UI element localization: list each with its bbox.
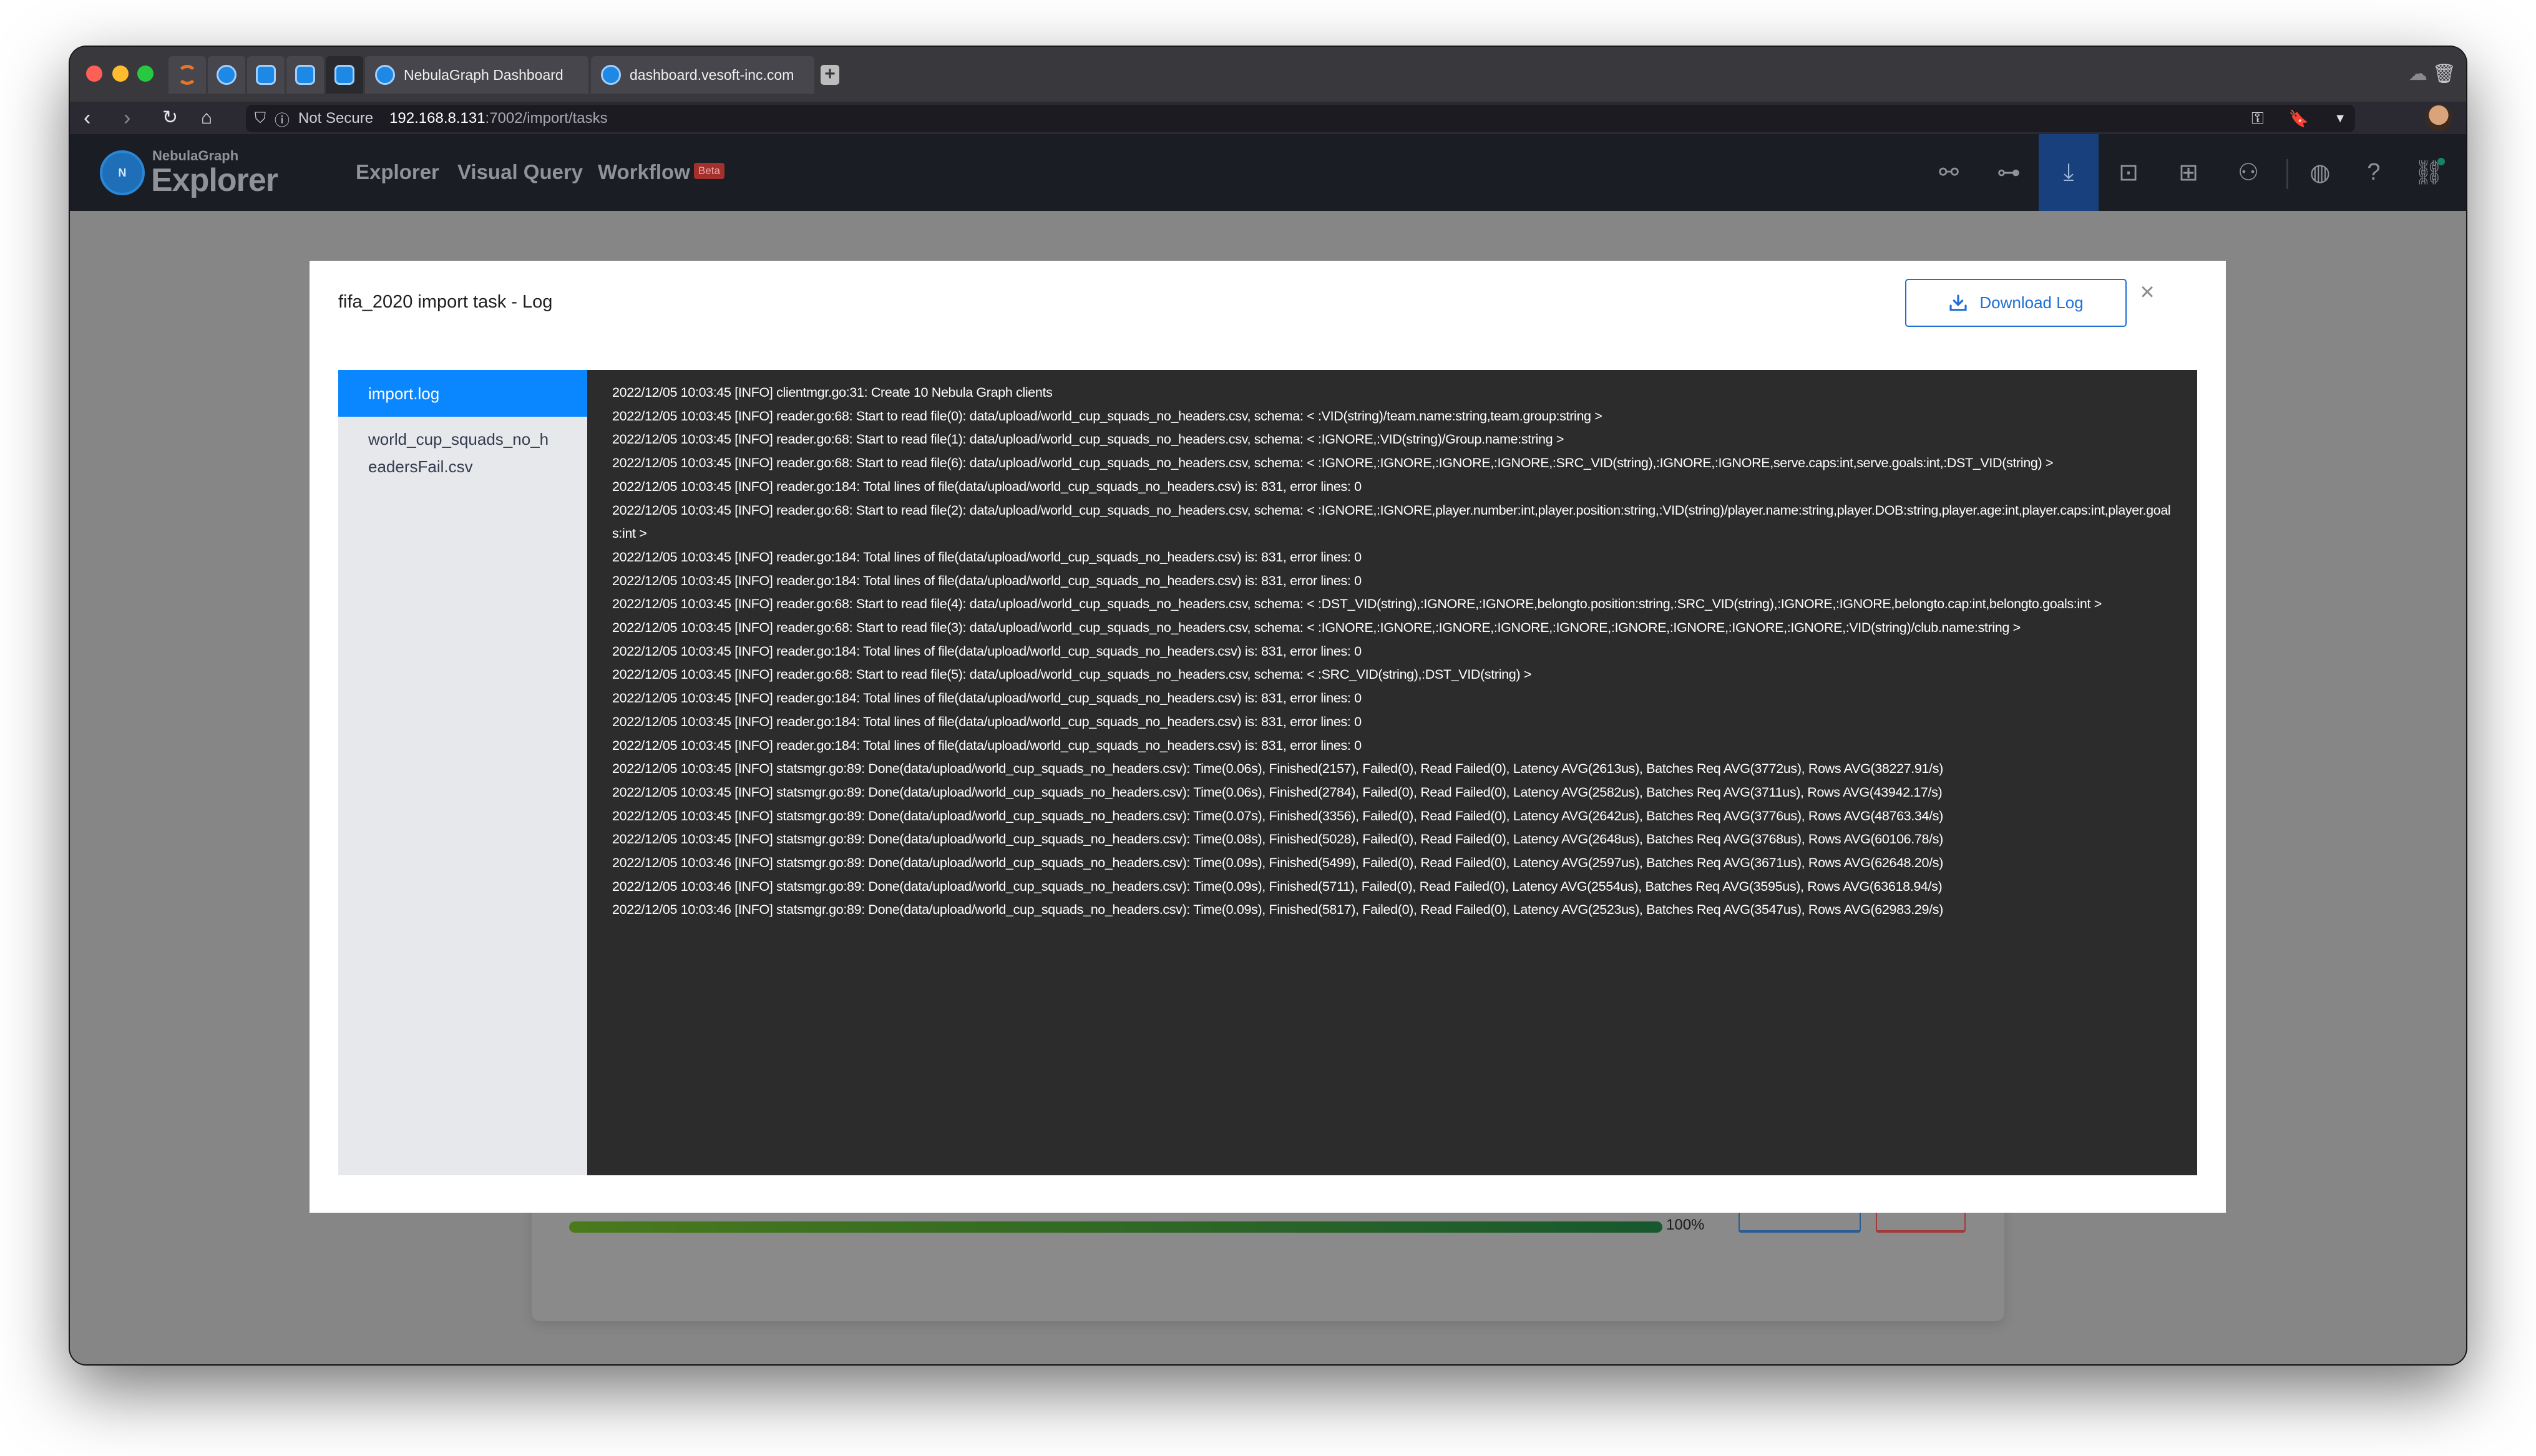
info-icon: ⓘ	[275, 112, 290, 129]
address-bar[interactable]: ⛉ ⓘ Not Secure 192.168.8.131:7002/import…	[246, 105, 2355, 132]
browser-navbar: ‹ › ↻ ⌂ ⛉ ⓘ Not Secure 192.168.8.131:700…	[70, 102, 2466, 134]
log-line: 2022/12/05 10:03:45 [INFO] reader.go:68:…	[612, 432, 1564, 447]
minimize-window-button[interactable]	[112, 66, 129, 82]
file-item-import-log[interactable]: import.log	[338, 370, 587, 417]
online-status-dot	[2437, 158, 2445, 165]
pinned-tab-active[interactable]	[326, 56, 363, 94]
nebula-favicon-icon	[601, 65, 621, 85]
help-icon[interactable]: ?	[2344, 134, 2404, 211]
log-line: 2022/12/05 10:03:45 [INFO] reader.go:184…	[612, 714, 1362, 729]
browser-tab[interactable]: NebulaGraph Dashboard	[365, 56, 588, 94]
security-label: Not Secure	[298, 110, 374, 127]
nebula-logo-icon: N	[100, 150, 145, 195]
toolbar-divider	[2286, 159, 2288, 189]
nebula-favicon-icon	[217, 65, 237, 85]
log-line: 2022/12/05 10:03:45 [INFO] reader.go:184…	[612, 643, 1362, 659]
bookmark-icon[interactable]: 🔖	[2289, 109, 2309, 129]
users-icon[interactable]: ⚇	[2218, 134, 2278, 211]
graph-schema-icon[interactable]: ⚯	[1919, 134, 1979, 211]
log-line: 2022/12/05 10:03:45 [INFO] statsmgr.go:8…	[612, 761, 1943, 777]
pinned-tab[interactable]	[168, 56, 206, 94]
browser-tab-strip: NebulaGraph Dashboard dashboard.vesoft-i…	[70, 47, 2466, 102]
back-icon[interactable]: ‹	[84, 105, 90, 130]
log-line: 2022/12/05 10:03:45 [INFO] clientmgr.go:…	[612, 385, 1053, 400]
close-icon[interactable]: ×	[2135, 279, 2160, 304]
nebula-favicon-icon	[375, 65, 395, 85]
log-line: 2022/12/05 10:03:45 [INFO] reader.go:184…	[612, 691, 1362, 706]
log-line: 2022/12/05 10:03:45 [INFO] reader.go:68:…	[612, 667, 1532, 682]
browser-tab-title: NebulaGraph Dashboard	[404, 66, 563, 83]
new-tab-button[interactable]: +	[821, 65, 839, 85]
home-icon[interactable]: ⌂	[201, 105, 212, 130]
modal-title: fifa_2020 import task - Log	[338, 292, 553, 312]
file-item-fail-csv[interactable]: world_cup_squads_no_headersFail.csv	[338, 417, 587, 490]
task-progress-bar	[569, 1221, 1662, 1233]
dropdown-icon[interactable]: ▼	[2334, 112, 2346, 126]
browser-window: NebulaGraph Dashboard dashboard.vesoft-i…	[70, 47, 2466, 1364]
key-icon[interactable]: ⚿	[2251, 109, 2264, 129]
globe-icon[interactable]: ◍	[2290, 134, 2350, 211]
reload-icon[interactable]: ↻	[162, 105, 178, 130]
log-line: 2022/12/05 10:03:46 [INFO] statsmgr.go:8…	[612, 878, 1943, 894]
download-icon	[1949, 294, 1967, 311]
user-avatar[interactable]	[2425, 104, 2452, 132]
console-icon[interactable]: ⊡	[2099, 134, 2158, 211]
logo-product: Explorer	[151, 162, 278, 198]
pinned-tab[interactable]	[286, 56, 324, 94]
nebula-cloud-icon	[295, 65, 315, 85]
log-line: 2022/12/05 10:03:46 [INFO] statsmgr.go:8…	[612, 902, 1943, 918]
pinned-tab[interactable]	[208, 56, 245, 94]
layout-icon[interactable]: ⊞	[2158, 134, 2218, 211]
browser-tab[interactable]: dashboard.vesoft-inc.com	[591, 56, 814, 94]
forward-icon[interactable]: ›	[124, 105, 130, 130]
log-line: 2022/12/05 10:03:45 [INFO] reader.go:184…	[612, 737, 1362, 753]
log-line: 2022/12/05 10:03:46 [INFO] statsmgr.go:8…	[612, 855, 1943, 871]
nav-visual-query[interactable]: Visual Query	[457, 160, 583, 184]
log-line: 2022/12/05 10:03:45 [INFO] reader.go:68:…	[612, 408, 1602, 424]
connection-icon[interactable]: ⛓	[2399, 134, 2459, 211]
nav-workflow[interactable]: Workflow	[598, 160, 690, 184]
download-log-label: Download Log	[1979, 293, 2084, 312]
log-line: 2022/12/05 10:03:45 [INFO] reader.go:68:…	[612, 455, 2054, 471]
tree-icon[interactable]: ⊶	[1979, 134, 2039, 211]
pinned-tab-icon	[177, 65, 197, 85]
log-modal: fifa_2020 import task - Log Download Log…	[310, 261, 2226, 1213]
beta-badge: Beta	[694, 163, 724, 179]
file-item-label: import.log	[368, 384, 440, 403]
log-line: 2022/12/05 10:03:45 [INFO] statsmgr.go:8…	[612, 808, 1943, 823]
log-line: 2022/12/05 10:03:45 [INFO] statsmgr.go:8…	[612, 832, 1943, 847]
task-progress-label: 100%	[1666, 1216, 1705, 1233]
shield-icon: ⛉	[255, 110, 266, 127]
log-line: 2022/12/05 10:03:45 [INFO] reader.go:68:…	[612, 620, 2021, 636]
log-line: 2022/12/05 10:03:45 [INFO] reader.go:184…	[612, 549, 1362, 565]
download-log-button[interactable]: Download Log	[1905, 279, 2127, 327]
nav-explorer[interactable]: Explorer	[356, 160, 439, 184]
trash-icon[interactable]: 🗑	[2432, 63, 2456, 85]
log-line: 2022/12/05 10:03:45 [INFO] reader.go:68:…	[612, 502, 2171, 541]
url-host: 192.168.8.131	[389, 110, 485, 127]
file-item-label: world_cup_squads_no_headersFail.csv	[368, 430, 549, 476]
log-line: 2022/12/05 10:03:45 [INFO] reader.go:68:…	[612, 596, 2102, 612]
close-window-button[interactable]	[86, 66, 102, 82]
log-line: 2022/12/05 10:03:45 [INFO] statsmgr.go:8…	[612, 784, 1943, 800]
url-path: :7002/import/tasks	[485, 110, 608, 127]
log-line: 2022/12/05 10:03:45 [INFO] reader.go:184…	[612, 573, 1362, 588]
nebula-cloud-icon	[256, 65, 276, 85]
import-icon[interactable]: ⤓	[2039, 134, 2099, 211]
zoom-window-button[interactable]	[137, 66, 154, 82]
browser-tab-title: dashboard.vesoft-inc.com	[630, 66, 794, 83]
app-header: N NebulaGraph Explorer Explorer Visual Q…	[70, 134, 2466, 211]
pinned-tab[interactable]	[247, 56, 285, 94]
log-file-list: import.log world_cup_squads_no_headersFa…	[338, 370, 587, 1175]
nebula-cloud-icon	[334, 65, 354, 85]
log-content[interactable]: 2022/12/05 10:03:45 [INFO] clientmgr.go:…	[587, 370, 2197, 1175]
cloud-icon: ☁	[2409, 64, 2427, 84]
log-line: 2022/12/05 10:03:45 [INFO] reader.go:184…	[612, 478, 1362, 494]
